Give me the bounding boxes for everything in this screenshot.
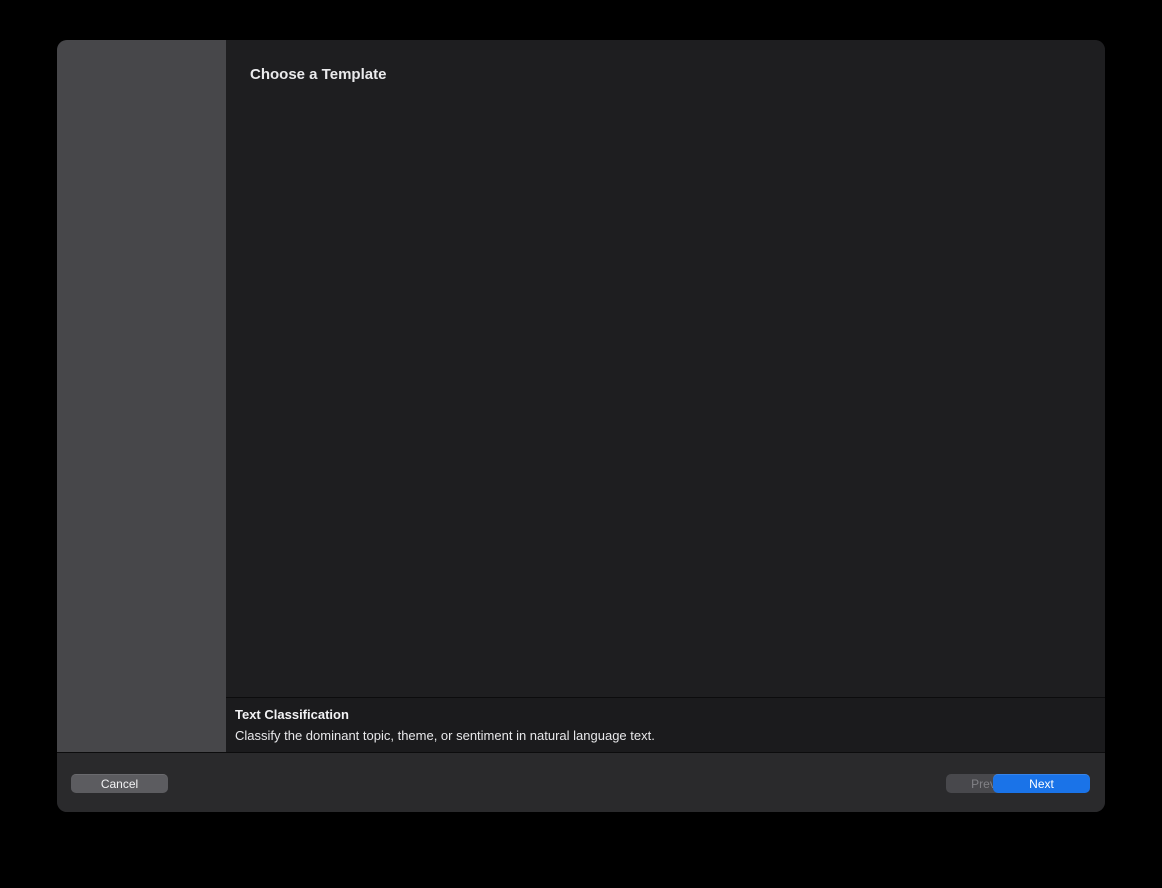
- selected-template-detail: Text Classification Classify the dominan…: [226, 697, 1105, 752]
- cancel-button[interactable]: Cancel: [71, 774, 168, 793]
- dialog-footer: Cancel Previous Next: [57, 752, 1105, 812]
- minimize-window-button[interactable]: [86, 46, 98, 58]
- window-controls: [66, 46, 118, 58]
- next-button[interactable]: Next: [993, 774, 1090, 793]
- close-window-button[interactable]: [66, 46, 78, 58]
- template-main-panel: Choose a Template Text Classification Cl…: [226, 40, 1105, 752]
- detail-title: Text Classification: [235, 707, 349, 722]
- detail-description: Classify the dominant topic, theme, or s…: [235, 728, 655, 743]
- zoom-window-button[interactable]: [106, 46, 118, 58]
- create-ml-template-chooser-window: Choose a Template Text Classification Cl…: [57, 40, 1105, 812]
- category-sidebar: [57, 40, 226, 752]
- page-title: Choose a Template: [250, 66, 386, 83]
